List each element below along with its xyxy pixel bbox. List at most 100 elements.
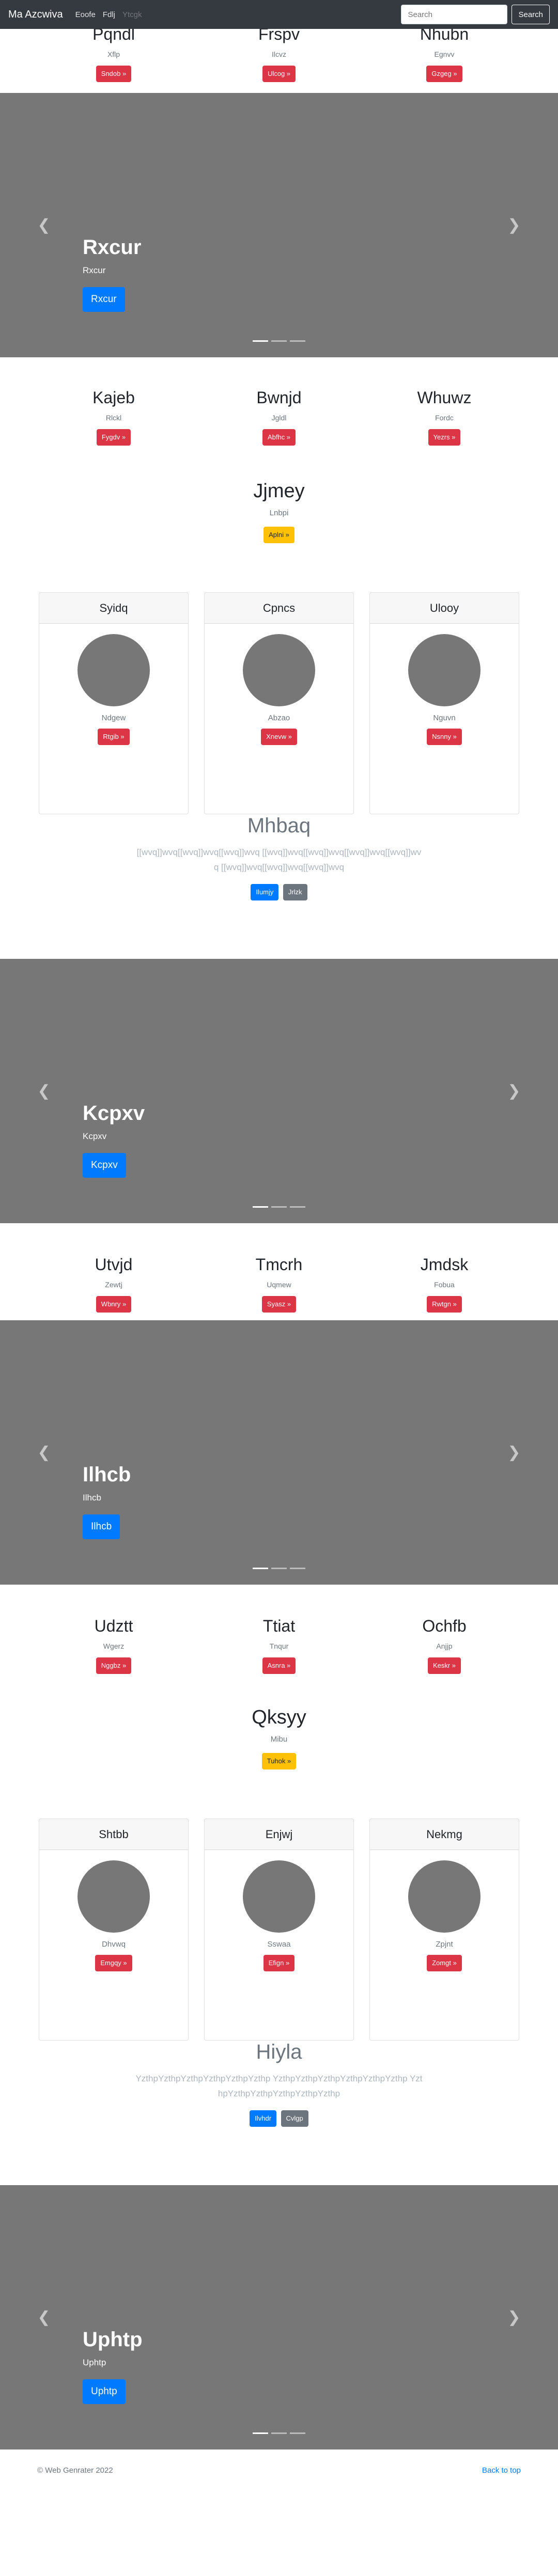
carousel-caption: Kcpxv Kcpxv Kcpxv xyxy=(83,1102,145,1178)
jumbotron-primary-button[interactable]: Ilumjy xyxy=(251,884,279,900)
carousel-indicator[interactable] xyxy=(290,2432,305,2434)
carousel-indicator[interactable] xyxy=(290,340,305,342)
footer: © Web Genrater 2022 Back to top xyxy=(0,2449,558,2491)
featurette-button[interactable]: Tuhok » xyxy=(261,1753,297,1769)
marketing-col: Pqndl Xflp Sndob » xyxy=(41,25,186,93)
carousel-indicator[interactable] xyxy=(253,2432,268,2434)
marketing-row-4: Udztt Wgerz Nggbz » Ttiat Tnqur Asnra » … xyxy=(0,1585,558,1697)
chevron-right-icon[interactable]: ❯ xyxy=(506,1082,522,1100)
carousel-indicator[interactable] xyxy=(271,340,287,342)
jumbotron-title: Hiyla xyxy=(256,2041,302,2063)
carousel-3: ❮ ❯ Ilhcb Ilhcb Ilhcb xyxy=(0,1320,558,1585)
marketing-title: Kajeb xyxy=(92,388,135,407)
carousel-indicator[interactable] xyxy=(290,1568,305,1569)
carousel-indicator[interactable] xyxy=(253,340,268,342)
carousel-indicators xyxy=(253,2432,305,2434)
card-button[interactable]: Nsnny » xyxy=(427,729,462,745)
card-body: Dhvwq Emgqy » xyxy=(39,1850,188,1983)
card: Ulooy Nguvn Nsnny » xyxy=(369,592,519,814)
carousel-button[interactable]: Kcpxv xyxy=(83,1153,126,1178)
carousel-4: ❮ ❯ Uphtp Uphtp Uphtp xyxy=(0,2185,558,2449)
card-text: Sswaa xyxy=(267,1940,291,1949)
carousel-indicator[interactable] xyxy=(253,1568,268,1569)
marketing-title: Tmcrh xyxy=(255,1255,303,1274)
carousel-indicator[interactable] xyxy=(271,2432,287,2434)
card-header: Cpncs xyxy=(205,593,353,624)
chevron-left-icon[interactable]: ❮ xyxy=(36,2309,52,2327)
copyright: © Web Genrater 2022 xyxy=(37,2466,113,2475)
marketing-text: Jgldl xyxy=(271,414,287,422)
chevron-left-icon[interactable]: ❮ xyxy=(36,216,52,234)
jumbotron-primary-button[interactable]: Ilvhdr xyxy=(250,2110,277,2127)
marketing-text: Wgerz xyxy=(103,1642,125,1650)
marketing-button[interactable]: Rwtgn » xyxy=(427,1296,462,1313)
chevron-right-icon[interactable]: ❯ xyxy=(506,2309,522,2327)
marketing-button[interactable]: Fygdv » xyxy=(96,429,131,446)
carousel-indicator[interactable] xyxy=(290,1206,305,1208)
card-button[interactable]: Zomgt » xyxy=(427,1955,462,1971)
carousel-indicator[interactable] xyxy=(271,1568,287,1569)
carousel-title: Kcpxv xyxy=(83,1102,145,1125)
featurette-title: Jjmey xyxy=(253,480,305,502)
chevron-right-icon[interactable]: ❯ xyxy=(506,1444,522,1462)
marketing-title: Ttiat xyxy=(262,1617,296,1635)
marketing-button[interactable]: Sndob » xyxy=(96,66,132,82)
marketing-button[interactable]: Abfhc » xyxy=(262,429,296,446)
carousel-caption: Ilhcb Ilhcb Ilhcb xyxy=(83,1463,131,1539)
marketing-button[interactable]: Asnra » xyxy=(262,1657,296,1674)
card: Enjwj Sswaa Efign » xyxy=(204,1819,354,2041)
card-header: Nekmg xyxy=(370,1819,519,1850)
card-button[interactable]: Emgqy » xyxy=(95,1955,132,1971)
featurette-button[interactable]: Aplni » xyxy=(264,527,295,543)
marketing-title: Ochfb xyxy=(422,1617,467,1635)
marketing-button[interactable]: Keskr » xyxy=(427,1657,461,1674)
marketing-button[interactable]: Yezrs » xyxy=(428,429,461,446)
carousel-text: Uphtp xyxy=(83,2358,106,2367)
marketing-button[interactable]: Syasz » xyxy=(261,1296,297,1313)
search-input[interactable] xyxy=(401,5,508,24)
card-button[interactable]: Rtgib » xyxy=(98,729,130,745)
marketing-text: Egnvv xyxy=(434,50,455,58)
placeholder-image xyxy=(78,1860,150,1933)
marketing-col: Bwnjd Jgldl Abfhc » xyxy=(207,388,351,471)
carousel-indicators xyxy=(253,340,305,342)
nav-link-1[interactable]: Eoofe xyxy=(75,10,96,19)
marketing-button[interactable]: Wbnry » xyxy=(96,1296,132,1313)
card-header: Syidq xyxy=(39,593,188,624)
card-header: Enjwj xyxy=(205,1819,353,1850)
marketing-col: Tmcrh Uqmew Syasz » xyxy=(207,1255,351,1320)
card-body: Sswaa Efign » xyxy=(205,1850,353,1983)
jumbotron-secondary-button[interactable]: Jrlzk xyxy=(283,884,307,900)
featurette-text: Lnbpi xyxy=(269,509,289,517)
back-to-top-link[interactable]: Back to top xyxy=(482,2466,521,2475)
brand[interactable]: Ma Azcwiva xyxy=(8,9,63,21)
carousel-button[interactable]: Ilhcb xyxy=(83,1514,120,1539)
carousel-title: Uphtp xyxy=(83,2328,143,2351)
marketing-button[interactable]: Gzgeg » xyxy=(426,66,462,82)
carousel-indicator[interactable] xyxy=(271,1206,287,1208)
marketing-col: Jmdsk Fobua Rwtgn » xyxy=(372,1255,517,1320)
card-button[interactable]: Efign » xyxy=(263,1955,295,1971)
marketing-text: Tnqur xyxy=(269,1642,289,1650)
marketing-button[interactable]: Ulcog » xyxy=(262,66,296,82)
carousel-indicators xyxy=(253,1206,305,1208)
marketing-text: Ilcvz xyxy=(272,50,286,58)
chevron-left-icon[interactable]: ❮ xyxy=(36,1082,52,1100)
carousel-indicator[interactable] xyxy=(253,1206,268,1208)
jumbotron-secondary-button[interactable]: Cvlgp xyxy=(281,2110,308,2127)
carousel-button[interactable]: Uphtp xyxy=(83,2379,126,2404)
placeholder-image xyxy=(243,1860,315,1933)
card-text: Nguvn xyxy=(433,714,456,722)
chevron-right-icon[interactable]: ❯ xyxy=(506,216,522,234)
chevron-left-icon[interactable]: ❮ xyxy=(36,1444,52,1462)
card-header: Ulooy xyxy=(370,593,519,624)
search-button[interactable]: Search xyxy=(512,5,550,24)
nav-link-2[interactable]: Fdlj xyxy=(103,10,115,19)
marketing-title: Udztt xyxy=(94,1617,133,1635)
carousel-button[interactable]: Rxcur xyxy=(83,287,125,312)
card-button[interactable]: Xnevw » xyxy=(261,729,297,745)
marketing-row-3: Utvjd Zewtj Wbnry » Tmcrh Uqmew Syasz » … xyxy=(0,1223,558,1320)
marketing-text: Rlckl xyxy=(105,414,122,422)
marketing-button[interactable]: Nggbz » xyxy=(96,1657,132,1674)
card-text: Zpjnt xyxy=(436,1940,453,1949)
